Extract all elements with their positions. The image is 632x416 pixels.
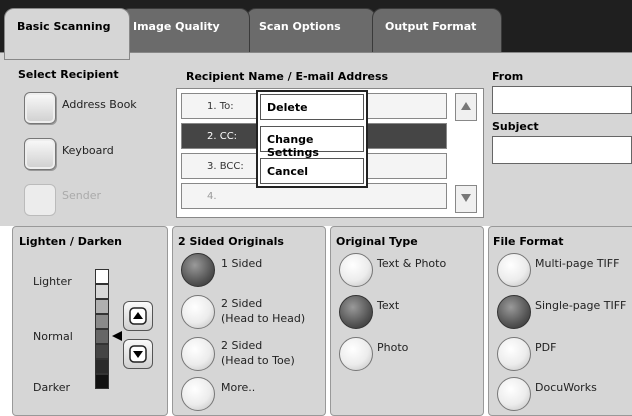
tab-label: Output Format <box>385 20 477 33</box>
sender-button[interactable] <box>24 184 56 216</box>
photo-radio[interactable] <box>339 337 373 371</box>
text-and-photo-radio[interactable] <box>339 253 373 287</box>
two-sided-head-to-head-label: 2 Sided <box>221 297 263 310</box>
menu-item-label: Change Settings <box>267 133 319 159</box>
more-label: More.. <box>221 381 256 394</box>
from-field[interactable] <box>492 86 632 114</box>
density-level-3 <box>95 299 109 314</box>
more-radio[interactable] <box>181 377 215 411</box>
original-type-panel: Original Type Text & Photo Text Photo <box>330 226 484 416</box>
darker-button[interactable] <box>123 339 153 369</box>
tab-label: Image Quality <box>133 20 220 33</box>
select-recipient-title: Select Recipient <box>18 68 119 81</box>
normal-label: Normal <box>33 330 73 343</box>
two-sided-head-to-toe-label: 2 Sided <box>221 339 263 352</box>
two-sided-head-to-head-radio[interactable] <box>181 295 215 329</box>
menu-item-label: Delete <box>267 101 308 114</box>
lighter-button[interactable] <box>123 301 153 331</box>
two-sided-head-to-toe-sublabel: (Head to Toe) <box>221 354 295 367</box>
one-sided-label: 1 Sided <box>221 257 263 270</box>
text-radio[interactable] <box>339 295 373 329</box>
from-label: From <box>492 70 524 83</box>
menu-item-label: Cancel <box>267 165 309 178</box>
recipient-row-label: 4. <box>207 191 217 202</box>
recipient-row-label: 3. BCC: <box>207 161 244 172</box>
tab-label: Scan Options <box>259 20 341 33</box>
recipient-list-title: Recipient Name / E-mail Address <box>186 70 389 83</box>
triangle-up-icon <box>461 102 471 110</box>
keyboard-button[interactable] <box>24 138 56 170</box>
density-level-6 <box>95 344 109 359</box>
darker-label: Darker <box>33 381 71 394</box>
density-level-7 <box>95 359 109 374</box>
two-sided-head-to-head-sublabel: (Head to Head) <box>221 312 306 325</box>
current-level-pointer-icon <box>112 331 122 341</box>
one-sided-radio[interactable] <box>181 253 215 287</box>
density-level-8 <box>95 374 109 389</box>
density-level-4 <box>95 314 109 329</box>
text-label: Text <box>377 299 400 312</box>
change-settings-menu-item[interactable]: Change Settings <box>260 126 364 159</box>
tab-label: Basic Scanning <box>17 20 111 33</box>
scroll-up-button[interactable] <box>455 93 477 121</box>
multi-page-tiff-label: Multi-page TIFF <box>535 257 620 270</box>
address-book-label: Address Book <box>62 98 137 111</box>
subject-field[interactable] <box>492 136 632 164</box>
delete-menu-item[interactable]: Delete <box>260 94 364 120</box>
lighten-darken-panel: Lighten / Darken Lighter Normal Darker <box>12 226 168 416</box>
density-level-5 <box>95 329 109 344</box>
triangle-down-icon <box>129 345 147 363</box>
recipient-row-label: 1. To: <box>207 101 234 112</box>
file-format-title: File Format <box>493 235 564 248</box>
density-level-2 <box>95 284 109 299</box>
sender-label: Sender <box>62 189 101 202</box>
two-sided-head-to-toe-radio[interactable] <box>181 337 215 371</box>
docuworks-radio[interactable] <box>497 377 531 411</box>
tab-image-quality[interactable]: Image Quality <box>120 8 250 54</box>
tab-output-format[interactable]: Output Format <box>372 8 502 54</box>
docuworks-label: DocuWorks <box>535 381 597 394</box>
text-and-photo-label: Text & Photo <box>377 257 447 270</box>
subject-label: Subject <box>492 120 539 133</box>
two-sided-title: 2 Sided Originals <box>178 235 284 248</box>
single-page-tiff-label: Single-page TIFF <box>535 299 627 312</box>
density-level-1 <box>95 269 109 284</box>
recipient-popup-menu: Delete Change Settings Cancel <box>256 90 368 188</box>
lighten-darken-title: Lighten / Darken <box>19 235 123 248</box>
tab-bar: Scan Options Output Format Image Quality… <box>0 0 632 60</box>
scroll-down-button[interactable] <box>455 185 477 213</box>
address-book-button[interactable] <box>24 92 56 124</box>
recipient-row-label: 2. CC: <box>207 131 238 142</box>
keyboard-label: Keyboard <box>62 144 114 157</box>
tab-basic-scanning[interactable]: Basic Scanning <box>4 8 130 60</box>
photo-label: Photo <box>377 341 409 354</box>
cancel-menu-item[interactable]: Cancel <box>260 158 364 184</box>
file-format-panel: File Format Multi-page TIFF Single-page … <box>488 226 632 416</box>
triangle-up-icon <box>129 307 147 325</box>
multi-page-tiff-radio[interactable] <box>497 253 531 287</box>
tab-scan-options[interactable]: Scan Options <box>246 8 376 54</box>
triangle-down-icon <box>461 194 471 202</box>
pdf-radio[interactable] <box>497 337 531 371</box>
original-type-title: Original Type <box>336 235 418 248</box>
two-sided-originals-panel: 2 Sided Originals 1 Sided 2 Sided (Head … <box>172 226 326 416</box>
pdf-label: PDF <box>535 341 557 354</box>
single-page-tiff-radio[interactable] <box>497 295 531 329</box>
lighter-label: Lighter <box>33 275 72 288</box>
